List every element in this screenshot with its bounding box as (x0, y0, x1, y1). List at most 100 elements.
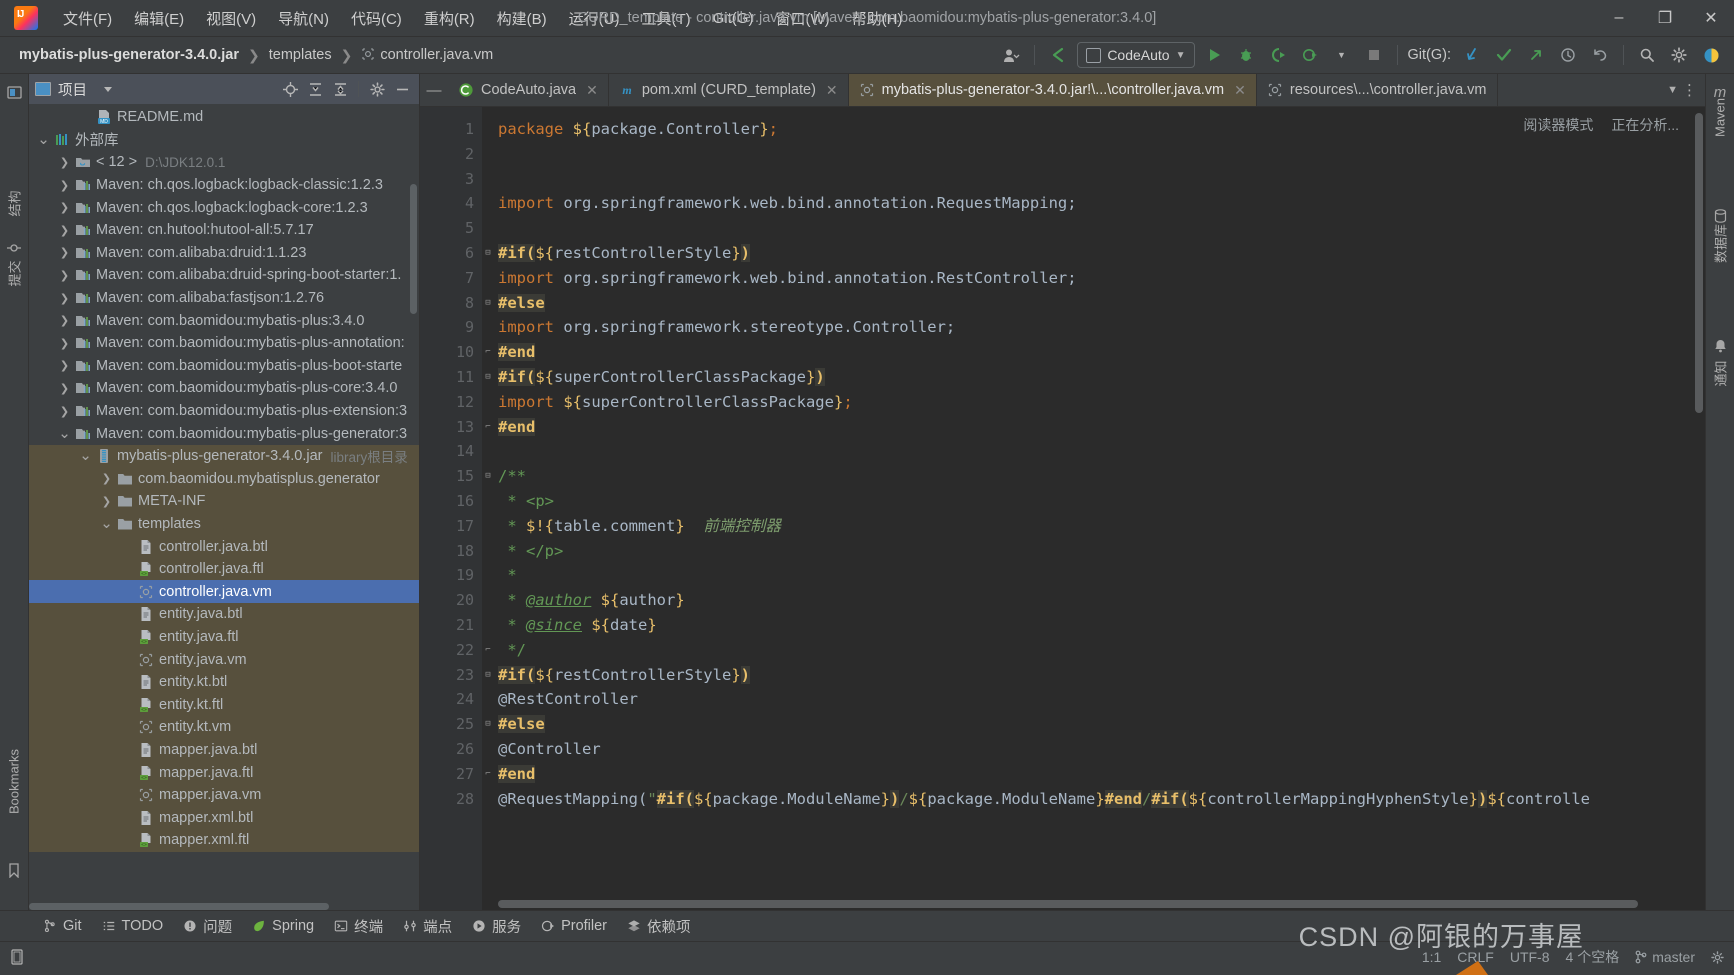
tree-row[interactable]: ❯ Maven: com.baomidou:mybatis-plus-boot-s… (29, 355, 419, 378)
git-update-icon[interactable] (1459, 43, 1485, 67)
line-number[interactable]: 22 ⌐ (420, 638, 491, 663)
collapse-all-icon[interactable] (329, 78, 351, 100)
commit-rail-icon[interactable] (0, 234, 28, 262)
toolwindow-profiler[interactable]: Profiler (532, 915, 616, 937)
expand-all-icon[interactable] (304, 78, 326, 100)
line-number[interactable]: 3 (420, 167, 482, 192)
bell-icon[interactable] (1706, 332, 1734, 360)
tree-row[interactable]: mapper.java.vm (29, 783, 419, 807)
toolwindow-dependencies[interactable]: 依赖项 (618, 913, 700, 940)
code-line[interactable]: #if(${restControllerStyle}) (498, 663, 1705, 688)
tree-row[interactable]: <> entity.kt.ftl (29, 693, 419, 717)
tree-row[interactable]: MD README.md (29, 106, 419, 129)
line-number[interactable]: 27 ⌐ (420, 762, 491, 787)
toolwindow-services[interactable]: 服务 (463, 913, 530, 940)
settings-gear-icon[interactable] (1666, 43, 1692, 67)
chevron-down-icon[interactable]: ⌄ (100, 516, 113, 531)
search-everywhere-icon[interactable] (1634, 43, 1660, 67)
menu-edit[interactable]: 编辑(E) (123, 4, 195, 33)
chevron-down-icon[interactable] (104, 86, 112, 92)
code-line[interactable]: #if(${superControllerClassPackage}) (498, 365, 1705, 390)
chevron-right-icon[interactable]: ❯ (58, 382, 71, 395)
project-tree-vertical-scrollbar[interactable] (410, 184, 417, 314)
tree-row[interactable]: entity.java.vm (29, 648, 419, 671)
menu-file[interactable]: 文件(F) (52, 4, 123, 33)
line-number[interactable]: 1 (420, 117, 482, 142)
code-line[interactable] (498, 142, 1705, 167)
menu-navigate[interactable]: 导航(N) (267, 4, 340, 33)
tree-row[interactable]: controller.java.vm (29, 580, 419, 604)
memory-indicator-icon[interactable] (10, 949, 24, 965)
code-line[interactable]: import ${superControllerClassPackage}; (498, 390, 1705, 415)
line-number[interactable]: 16 (420, 489, 482, 514)
tree-row[interactable]: ⌄ Maven: com.baomidou:mybatis-plus-genera… (29, 422, 419, 445)
menu-build[interactable]: 构建(B) (486, 4, 558, 33)
user-icon[interactable] (998, 43, 1024, 67)
tree-row[interactable]: ❯ Maven: com.alibaba:druid-spring-boot-st… (29, 264, 419, 287)
breadcrumb-item-jar[interactable]: mybatis-plus-generator-3.4.0.jar (14, 45, 244, 65)
chevron-right-icon[interactable]: ❯ (58, 337, 71, 350)
tree-row[interactable]: mapper.java.btl (29, 738, 419, 762)
tree-row[interactable]: ❯ < 12 > D:\JDK12.0.1 (29, 151, 419, 174)
code-line[interactable]: import org.springframework.stereotype.Co… (498, 315, 1705, 340)
settings-gear-icon[interactable] (1711, 950, 1724, 964)
line-number[interactable]: 10 ⌐ (420, 340, 491, 365)
line-number[interactable]: 14 (420, 439, 482, 464)
code-line[interactable]: */ (498, 638, 1705, 663)
back-arrow-icon[interactable] (1045, 43, 1071, 67)
settings-gear-icon[interactable] (366, 78, 388, 100)
editor-horizontal-scrollbar[interactable] (498, 900, 1638, 908)
toolwindow-endpoints[interactable]: 端点 (394, 913, 461, 940)
rollback-icon[interactable] (1587, 43, 1613, 67)
tree-row[interactable]: <> controller.java.ftl (29, 557, 419, 581)
code-line[interactable] (498, 439, 1705, 464)
line-number[interactable]: 18 (420, 539, 482, 564)
chevron-right-icon[interactable]: ❯ (58, 269, 71, 282)
rail-bookmarks[interactable]: Bookmarks (7, 722, 22, 842)
chevron-right-icon[interactable]: ❯ (58, 292, 71, 305)
close-tab-icon[interactable]: ✕ (1234, 82, 1246, 99)
project-tree-horizontal-scrollbar[interactable] (29, 903, 329, 910)
line-number[interactable]: 23 ⊟ (420, 663, 491, 688)
code-line[interactable]: * @author ${author} (498, 588, 1705, 613)
menu-git[interactable]: Git(G) (702, 6, 765, 31)
menu-window[interactable]: 窗口(W) (764, 4, 840, 33)
indent-setting[interactable]: 4 个空格 (1566, 947, 1620, 967)
chevron-right-icon[interactable]: ❯ (58, 405, 71, 418)
editor-code-content[interactable]: package ${package.Controller}; import org… (482, 107, 1705, 910)
editor-tab[interactable]: mybatis-plus-generator-3.4.0.jar!\...\co… (848, 74, 1257, 106)
line-number[interactable]: 8 ⊟ (420, 291, 491, 316)
hide-panel-icon[interactable] (391, 78, 413, 100)
line-number[interactable]: 2 (420, 142, 482, 167)
code-line[interactable]: * <p> (498, 489, 1705, 514)
git-commit-icon[interactable] (1491, 43, 1517, 67)
chevron-down-icon[interactable]: ▼ (1329, 43, 1355, 67)
git-branch-widget[interactable]: master (1635, 949, 1695, 965)
project-panel-title-group[interactable]: 项目 (35, 79, 112, 100)
tabs-more-icon[interactable]: ⋮ (1682, 81, 1697, 99)
code-line[interactable]: import org.springframework.web.bind.anno… (498, 266, 1705, 291)
line-number[interactable]: 4 (420, 191, 482, 216)
code-line[interactable]: * @since ${date} (498, 613, 1705, 638)
tree-row[interactable]: <> mapper.xml.ftl (29, 829, 419, 852)
line-number[interactable]: 20 (420, 588, 482, 613)
toolwindow-problems[interactable]: 问题 (174, 913, 241, 940)
tree-row[interactable]: ❯ Maven: com.alibaba:fastjson:1.2.76 (29, 287, 419, 310)
code-line[interactable]: * (498, 563, 1705, 588)
bookmark-icon[interactable] (0, 856, 28, 884)
chevron-right-icon[interactable]: ❯ (100, 472, 113, 485)
line-number[interactable]: 7 (420, 266, 482, 291)
breadcrumb-item-file[interactable]: controller.java.vm (356, 45, 498, 65)
line-number[interactable]: 13 ⌐ (420, 415, 491, 440)
tabs-overflow-icon[interactable]: ▼ (1667, 84, 1678, 96)
toolwindow-spring[interactable]: Spring (243, 915, 323, 937)
chevron-right-icon[interactable]: ❯ (58, 201, 71, 214)
code-line[interactable] (498, 216, 1705, 241)
profile-icon[interactable] (1297, 43, 1323, 67)
line-number[interactable]: 17 (420, 514, 482, 539)
tree-row[interactable]: entity.kt.btl (29, 670, 419, 694)
chevron-down-icon[interactable]: ⌄ (79, 448, 92, 463)
chevron-right-icon[interactable]: ❯ (58, 224, 71, 237)
tree-row[interactable]: ❯ Maven: com.baomidou:mybatis-plus-extens… (29, 400, 419, 423)
line-number[interactable]: 25 ⊟ (420, 712, 491, 737)
